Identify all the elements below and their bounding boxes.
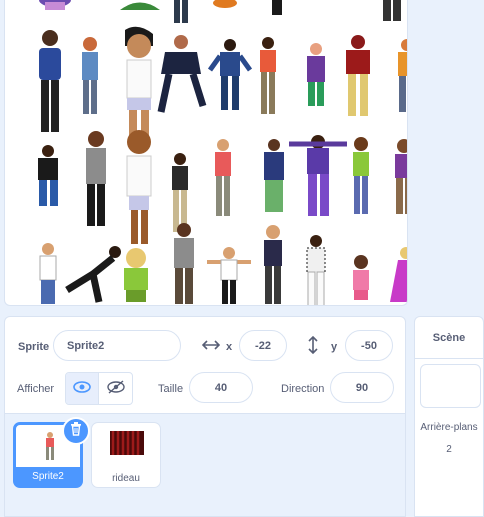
stage-thumbnail[interactable]	[420, 364, 481, 408]
sprite-figure	[340, 34, 376, 118]
sprite-figure	[267, 0, 287, 17]
sprite-tile-name: rideau	[112, 472, 140, 484]
sprite-figure	[347, 136, 375, 216]
sprite-figure	[210, 0, 240, 9]
sprite-figure	[33, 28, 67, 136]
sprite-figure	[168, 222, 200, 305]
vertical-arrows-icon	[307, 335, 319, 357]
sprite-figure	[347, 254, 375, 302]
sprite-tile-rideau[interactable]: rideau	[91, 422, 161, 488]
sprite-figure	[80, 130, 112, 228]
direction-label: Direction	[281, 383, 325, 395]
sprite-figure	[170, 0, 192, 25]
sprite-figure	[385, 138, 407, 216]
sprite-figure	[115, 0, 165, 15]
eye-slash-icon	[106, 380, 125, 397]
sprite-figure	[257, 138, 291, 214]
sprite-info-panel: Sprite Sprite2 x -22 y -50 Afficher Tail…	[4, 316, 406, 414]
hide-button[interactable]	[99, 373, 132, 404]
sprite-figure	[287, 134, 349, 218]
stage-selector-panel[interactable]: Scène Arrière-plans 2	[414, 316, 484, 517]
sprite-figure	[35, 242, 61, 305]
sprite-figure	[301, 42, 331, 108]
visibility-toggle	[65, 372, 133, 405]
trash-icon	[70, 421, 82, 441]
sprite-figure	[30, 144, 66, 208]
sprite-figure	[255, 36, 281, 116]
sprite-figure	[301, 234, 331, 305]
eye-icon	[73, 381, 91, 396]
sprite-name-input[interactable]: Sprite2	[53, 330, 181, 361]
show-label: Afficher	[17, 383, 55, 395]
sprite-thumbnail	[110, 431, 144, 460]
sprite-figure	[377, 0, 407, 25]
size-input[interactable]: 40	[189, 372, 253, 403]
stage-title: Scène	[415, 317, 483, 359]
sprite-name-label: Sprite	[18, 341, 50, 353]
sprite-figure	[258, 224, 288, 305]
x-input[interactable]: -22	[239, 330, 287, 361]
x-label: x	[226, 341, 233, 353]
delete-sprite-button[interactable]	[62, 417, 90, 445]
sprite-figure	[393, 38, 407, 114]
sprite-figure	[117, 126, 161, 246]
sprite-figure	[77, 36, 103, 116]
sprite-figure	[205, 246, 253, 305]
sprite-figure	[210, 138, 236, 218]
sprite-tile-name: Sprite2	[16, 467, 80, 485]
backdrops-label: Arrière-plans	[420, 422, 478, 433]
backdrops-count: 2	[446, 444, 452, 455]
horizontal-arrows-icon	[201, 339, 221, 354]
sprite-figure	[208, 38, 252, 112]
sprite-figure	[155, 34, 207, 116]
y-label: y	[331, 341, 338, 353]
show-button[interactable]	[66, 373, 100, 404]
sprite-figure	[118, 246, 156, 304]
sprite-thumbnail	[42, 431, 58, 466]
size-label: Taille	[158, 383, 184, 395]
stage-canvas[interactable]	[4, 0, 408, 306]
direction-input[interactable]: 90	[330, 372, 394, 403]
sprite-figure	[388, 246, 407, 304]
sprite-figure	[35, 0, 75, 12]
y-input[interactable]: -50	[345, 330, 393, 361]
